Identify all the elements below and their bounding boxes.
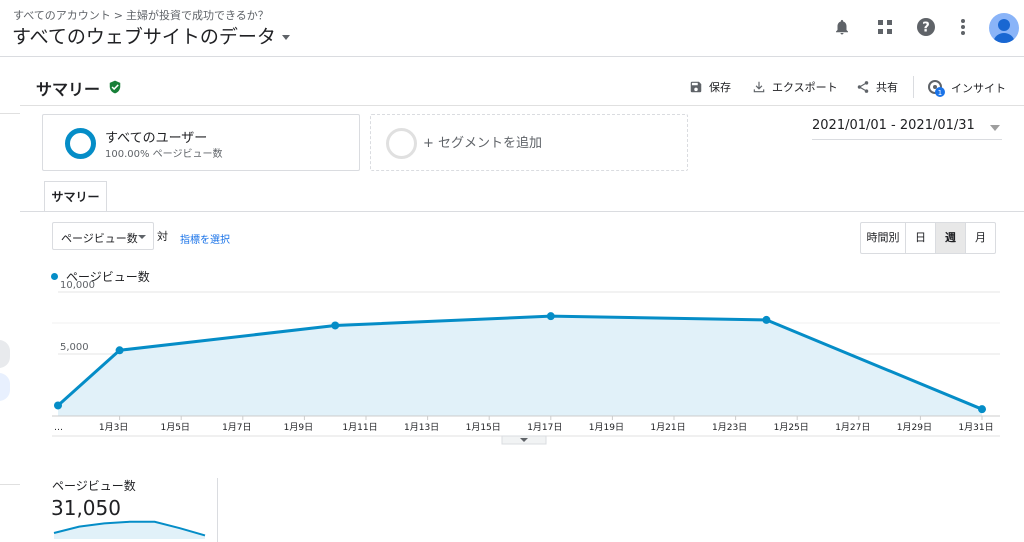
x-tick-label: 1月19日 <box>589 422 624 433</box>
breadcrumb-property[interactable]: 主婦が投資で成功できるか？ <box>126 9 269 22</box>
data-point <box>762 315 771 324</box>
x-tick-label: 1月3日 <box>99 422 128 433</box>
area-fill <box>58 316 982 416</box>
x-tick-label: 1月31日 <box>958 422 993 433</box>
bell-icon[interactable] <box>830 15 854 39</box>
x-tick-label: 1月17日 <box>527 422 562 433</box>
data-point <box>546 312 555 321</box>
x-tick-label: 1月15日 <box>466 422 501 433</box>
divider <box>217 478 218 542</box>
nav-item[interactable] <box>0 340 10 368</box>
more-vert-icon[interactable] <box>951 15 975 39</box>
x-tick-label: 1月11日 <box>342 422 377 433</box>
x-tick-label: 1月25日 <box>774 422 809 433</box>
divider <box>0 484 20 485</box>
left-nav-rail <box>0 57 20 542</box>
data-point <box>115 346 124 355</box>
x-tick-label: 1月27日 <box>835 422 870 433</box>
data-point <box>54 401 62 410</box>
x-tick-label: 1月29日 <box>897 422 932 433</box>
account-avatar[interactable] <box>989 13 1019 43</box>
chevron-down-icon <box>281 35 290 40</box>
summary-sparkline <box>53 520 206 539</box>
sparkline-fill <box>54 521 205 539</box>
x-tick-label: … <box>54 423 63 433</box>
summary-metric-label: ページビュー数 <box>52 479 136 493</box>
x-tick-label: 1月13日 <box>404 422 439 433</box>
pageviews-chart: 5,000 10,000 … 1月3日 1月5日 1月7日 1月9日 1月11日 1月13日 1月… <box>52 280 1000 445</box>
apps-grid-icon[interactable] <box>873 15 897 39</box>
x-tick-label: 1月9日 <box>284 422 313 433</box>
x-tick-label: 1月23日 <box>712 422 747 433</box>
x-tick-label: 1月7日 <box>222 422 251 433</box>
x-tick-label: 1月21日 <box>650 422 685 433</box>
top-bar: すべてのアカウント > 主婦が投資で成功できるか？ すべてのウェブサイトのデータ ? <box>0 0 1024 57</box>
breadcrumb-separator: > <box>113 9 124 22</box>
view-selector[interactable]: すべてのウェブサイトのデータ <box>12 22 290 49</box>
x-tick-label: 1月5日 <box>160 422 189 433</box>
view-name: すべてのウェブサイトのデータ <box>12 26 276 48</box>
breadcrumb-account[interactable]: すべてのアカウント <box>13 9 111 22</box>
nav-item-active[interactable] <box>0 373 10 401</box>
report-panel: サマリー 保存 エクスポート 共有 1 インサイト すべてのユーザー 100.0… <box>20 57 1024 542</box>
data-point <box>331 321 340 330</box>
divider <box>0 113 20 114</box>
y-tick-label: 5,000 <box>60 342 89 353</box>
svg-text:?: ? <box>922 21 930 36</box>
data-point <box>978 405 986 414</box>
help-icon[interactable]: ? <box>914 15 938 39</box>
breadcrumb[interactable]: すべてのアカウント > 主婦が投資で成功できるか？ <box>13 7 269 23</box>
y-tick-label: 10,000 <box>60 280 95 291</box>
